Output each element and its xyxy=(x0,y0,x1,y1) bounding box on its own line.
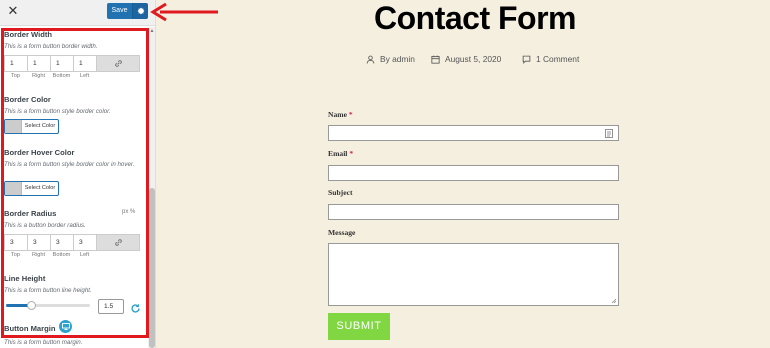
email-label: Email * xyxy=(328,149,353,158)
scroll-up-icon[interactable]: ▲ xyxy=(148,28,155,34)
border-width-left-input[interactable]: 1 xyxy=(73,55,96,72)
border-radius-title: Border Radius xyxy=(4,209,57,218)
page-title: Contact Form xyxy=(374,0,577,36)
border-color-desc: This is a form button style border color… xyxy=(4,108,111,115)
name-label-text: Name xyxy=(328,110,347,119)
border-radius-left-input[interactable]: 3 xyxy=(73,234,96,251)
message-label: Message xyxy=(328,228,356,237)
button-margin-title: Button Margin xyxy=(4,324,56,333)
border-width-title: Border Width xyxy=(4,30,53,39)
save-button-group: Save xyxy=(107,3,148,19)
email-label-text: Email xyxy=(328,149,348,158)
post-date: August 5, 2020 xyxy=(431,54,501,64)
sidebar-header: ✕ Save xyxy=(0,0,155,26)
label-bottom: Bottom xyxy=(52,252,71,258)
line-height-title: Line Height xyxy=(4,274,46,283)
border-color-title: Border Color xyxy=(4,95,51,104)
gear-icon[interactable] xyxy=(132,3,148,19)
line-height-desc: This is a form button line height. xyxy=(4,287,92,294)
date-link[interactable]: August 5, 2020 xyxy=(445,54,501,64)
subject-label: Subject xyxy=(328,188,353,197)
label-top: Top xyxy=(10,73,21,79)
color-swatch xyxy=(5,182,22,195)
email-input[interactable] xyxy=(328,165,619,181)
scrollbar-thumb[interactable] xyxy=(149,188,155,348)
submit-button[interactable]: SUBMIT xyxy=(328,313,390,340)
border-width-right-input[interactable]: 1 xyxy=(27,55,50,72)
link-icon[interactable] xyxy=(96,234,140,251)
border-width-bottom-input[interactable]: 1 xyxy=(50,55,73,72)
color-swatch xyxy=(5,120,22,133)
link-icon[interactable] xyxy=(96,55,140,72)
user-icon xyxy=(366,55,375,63)
autofill-icon[interactable] xyxy=(605,129,613,138)
border-color-picker[interactable]: Select Color xyxy=(4,119,59,134)
resize-grip-icon[interactable] xyxy=(611,298,617,304)
subject-input[interactable] xyxy=(328,204,619,220)
close-icon[interactable]: ✕ xyxy=(6,5,20,19)
arrow-annotation-icon xyxy=(150,2,220,22)
label-left: Left xyxy=(79,252,90,258)
border-hover-color-desc: This is a form button style border color… xyxy=(4,161,135,168)
name-input[interactable] xyxy=(328,125,619,141)
unit-switch[interactable]: px % xyxy=(122,209,135,215)
border-radius-top-input[interactable]: 3 xyxy=(4,234,27,251)
name-label: Name * xyxy=(328,110,353,119)
border-hover-color-picker[interactable]: Select Color xyxy=(4,181,59,196)
post-comments: 1 Comment xyxy=(522,54,579,64)
border-radius-labels: Top Right Bottom Left xyxy=(4,252,96,258)
reset-icon[interactable] xyxy=(130,301,141,313)
save-button[interactable]: Save xyxy=(107,3,132,19)
border-radius-inputs: 3 3 3 3 xyxy=(4,234,140,251)
select-color-button[interactable]: Select Color xyxy=(22,182,58,195)
border-radius-right-input[interactable]: 3 xyxy=(27,234,50,251)
label-top: Top xyxy=(10,252,21,258)
label-left: Left xyxy=(79,73,90,79)
required-mark: * xyxy=(348,110,353,119)
comment-icon xyxy=(522,55,531,64)
select-color-button[interactable]: Select Color xyxy=(22,120,58,133)
border-radius-bottom-input[interactable]: 3 xyxy=(50,234,73,251)
border-width-inputs: 1 1 1 1 xyxy=(4,55,140,72)
border-width-labels: Top Right Bottom Left xyxy=(4,73,96,79)
slider-handle[interactable] xyxy=(27,301,36,310)
border-radius-desc: This is a button border radius. xyxy=(4,222,86,229)
border-hover-color-title: Border Hover Color xyxy=(4,148,75,157)
post-author: By admin xyxy=(366,54,415,64)
customizer-sidebar: ✕ Save Border Width This is a form butto… xyxy=(0,0,156,348)
label-bottom: Bottom xyxy=(52,73,71,79)
label-right: Right xyxy=(31,252,46,258)
line-height-input[interactable]: 1.5 xyxy=(98,299,124,314)
calendar-icon xyxy=(431,55,440,64)
comments-link[interactable]: 1 Comment xyxy=(536,54,579,64)
required-mark: * xyxy=(349,149,354,158)
button-margin-desc: This is a form button margin. xyxy=(4,339,83,346)
border-width-desc: This is a form button border width. xyxy=(4,43,98,50)
message-textarea[interactable] xyxy=(328,243,619,306)
border-width-top-input[interactable]: 1 xyxy=(4,55,27,72)
line-height-slider[interactable] xyxy=(6,304,90,307)
label-right: Right xyxy=(31,73,46,79)
desktop-icon[interactable] xyxy=(59,320,72,333)
author-link[interactable]: By admin xyxy=(380,54,415,64)
